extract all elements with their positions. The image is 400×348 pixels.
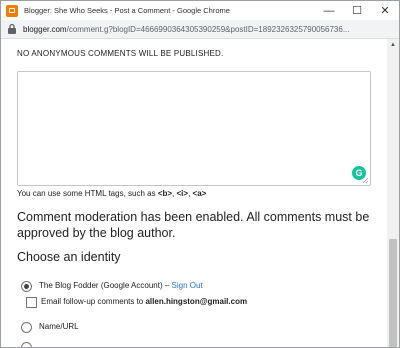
- email-followup-checkbox[interactable]: [26, 297, 37, 308]
- resize-handle-icon[interactable]: [362, 177, 369, 184]
- html-tip-prefix: You can use some HTML tags, such as: [17, 189, 158, 198]
- vertical-scrollbar[interactable]: ▲: [387, 39, 399, 347]
- email-followup-prefix: Email follow-up comments to: [41, 297, 146, 306]
- email-address: allen.hingston@gmail.com: [145, 297, 248, 306]
- comment-form-page: NO ANONYMOUS COMMENTS WILL BE PUBLISHED.…: [1, 39, 387, 347]
- email-followup-label: Email follow-up comments to allen.hingst…: [41, 297, 247, 306]
- anonymous-radio[interactable]: [21, 342, 32, 347]
- scrollbar-thumb[interactable]: [389, 239, 397, 347]
- google-account-label: The Blog Fodder (Google Account): [39, 281, 163, 290]
- html-tags-hint: You can use some HTML tags, such as <b>,…: [17, 189, 206, 198]
- window-controls: — ☐ ✕: [315, 1, 399, 20]
- html-tag-b: <b>: [157, 189, 173, 198]
- title-bar: Blogger: She Who Seeks - Post a Comment …: [1, 1, 399, 20]
- close-button[interactable]: ✕: [371, 1, 399, 20]
- name-url-radio[interactable]: [21, 322, 32, 333]
- comment-textarea[interactable]: [17, 71, 371, 186]
- blogger-app-icon: [6, 4, 18, 17]
- moderation-notice: Comment moderation has been enabled. All…: [17, 210, 370, 240]
- html-tag-i: <i>: [176, 189, 189, 198]
- lock-icon[interactable]: [7, 23, 17, 35]
- name-url-label: Name/URL: [39, 322, 79, 331]
- identity-heading: Choose an identity: [17, 250, 121, 264]
- url-path: /comment.g?blogID=4666990364305390259&po…: [66, 24, 350, 34]
- sign-out-link[interactable]: Sign Out: [172, 281, 203, 290]
- html-tag-a: <a>: [192, 189, 207, 198]
- url-text[interactable]: blogger.com/comment.g?blogID=46669903643…: [23, 25, 399, 34]
- scroll-up-arrow-icon[interactable]: ▲: [387, 39, 399, 51]
- address-bar[interactable]: blogger.com/comment.g?blogID=46669903643…: [1, 20, 399, 39]
- anonymous-comments-notice: NO ANONYMOUS COMMENTS WILL BE PUBLISHED.: [17, 49, 224, 58]
- maximize-button[interactable]: ☐: [343, 1, 371, 20]
- separator: –: [162, 281, 172, 290]
- window-title: Blogger: She Who Seeks - Post a Comment …: [24, 6, 230, 15]
- google-account-radio[interactable]: [21, 281, 32, 292]
- browser-window: Blogger: She Who Seeks - Post a Comment …: [0, 0, 400, 348]
- url-host: blogger.com: [23, 24, 67, 34]
- minimize-button[interactable]: —: [315, 1, 343, 20]
- google-account-option: The Blog Fodder (Google Account) – Sign …: [39, 281, 203, 290]
